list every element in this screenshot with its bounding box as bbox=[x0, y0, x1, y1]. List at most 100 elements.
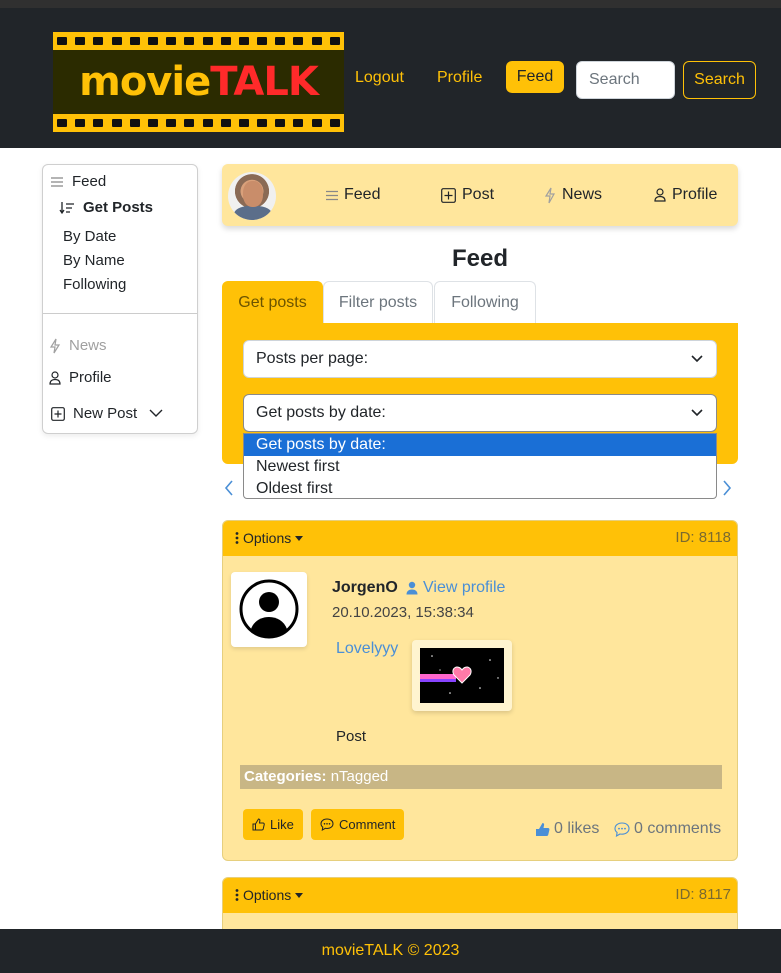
likes-text: 0 likes bbox=[554, 820, 600, 837]
post-header: Options ID: 8117 bbox=[223, 878, 737, 913]
like-button[interactable]: Like bbox=[243, 809, 303, 840]
caret-down-icon bbox=[295, 535, 304, 541]
profile-bar-news[interactable]: News bbox=[544, 186, 602, 204]
sidebar-item-by-date[interactable]: By Date bbox=[63, 228, 116, 245]
post-card: Options ID: 8117 bbox=[222, 877, 738, 937]
post-date: 20.10.2023, 15:38:34 bbox=[332, 604, 474, 621]
post-author-name[interactable]: JorgenO bbox=[332, 579, 398, 597]
post-link-text[interactable]: Lovelyyy bbox=[336, 640, 398, 658]
posts-by-date-value: Get posts by date: bbox=[256, 404, 386, 421]
feed-button[interactable]: Feed bbox=[506, 61, 564, 93]
chevron-down-icon bbox=[690, 341, 704, 391]
comment-button[interactable]: Comment bbox=[311, 809, 405, 840]
sidebar-item-get-posts[interactable]: Get Posts bbox=[59, 199, 153, 216]
sidebar-item-feed[interactable]: Feed bbox=[50, 173, 106, 190]
navbar: movieTALK Logout Profile Feed Search bbox=[0, 8, 781, 148]
page-title: Feed bbox=[451, 245, 508, 272]
person-icon bbox=[49, 370, 61, 385]
kebab-menu-icon bbox=[235, 889, 239, 901]
sidebar-item-label: Profile bbox=[69, 369, 112, 386]
thumbs-up-icon bbox=[252, 818, 265, 831]
post-categories: Categories: nTagged bbox=[240, 765, 722, 789]
sidebar-item-label: News bbox=[69, 337, 107, 354]
lightning-icon bbox=[544, 187, 556, 204]
post-id: ID: 8117 bbox=[675, 886, 731, 903]
tab-filter-posts[interactable]: Filter posts bbox=[323, 281, 433, 323]
sidebar-item-label: New Post bbox=[73, 405, 138, 422]
post-options-dropdown[interactable]: Options bbox=[235, 887, 304, 903]
profile-bar-feed[interactable]: Feed bbox=[326, 186, 380, 204]
caret-down-icon bbox=[295, 892, 304, 898]
plus-square-icon bbox=[441, 187, 456, 203]
tab-get-posts[interactable]: Get posts bbox=[222, 281, 323, 323]
post-header: Options ID: 8118 bbox=[223, 521, 737, 556]
chevron-right-icon[interactable] bbox=[722, 480, 732, 501]
view-profile-label: View profile bbox=[423, 579, 506, 596]
post-body-text: Post bbox=[336, 728, 367, 745]
dropdown-option-newest-first[interactable]: Newest first bbox=[244, 456, 716, 478]
profile-bar-post[interactable]: Post bbox=[441, 186, 494, 204]
posts-per-page-value: Posts per page: bbox=[256, 350, 369, 367]
film-strip-top bbox=[53, 32, 344, 50]
profile-bar-profile-label: Profile bbox=[672, 186, 718, 203]
chat-bubble-icon bbox=[320, 818, 334, 831]
search-button[interactable]: Search bbox=[683, 61, 756, 99]
profile-bar-post-label: Post bbox=[462, 186, 495, 203]
profile-link[interactable]: Profile bbox=[437, 69, 482, 87]
post-options-label: Options bbox=[243, 530, 292, 546]
categories-value: nTagged bbox=[330, 768, 389, 785]
like-label: Like bbox=[270, 817, 294, 832]
post-card: Options ID: 8118 JorgenO View profile 20… bbox=[222, 520, 738, 861]
sidebar-item-new-post[interactable]: New Post bbox=[51, 405, 163, 422]
person-circle-icon bbox=[239, 579, 299, 639]
chat-bubble-icon bbox=[614, 821, 630, 837]
menu-icon bbox=[326, 190, 338, 201]
dropdown-option-oldest-first[interactable]: Oldest first bbox=[244, 478, 716, 500]
sidebar: Feed Get Posts By Date By Name Following… bbox=[42, 164, 198, 434]
post-gif[interactable] bbox=[412, 640, 512, 711]
logo-text: movieTALK bbox=[79, 59, 319, 105]
post-id: ID: 8118 bbox=[675, 529, 731, 546]
user-avatar[interactable] bbox=[228, 172, 276, 220]
date-sort-dropdown: Get posts by date: Newest first Oldest f… bbox=[243, 433, 717, 499]
posts-by-date-select[interactable]: Get posts by date: bbox=[243, 394, 717, 432]
search-input[interactable] bbox=[576, 61, 675, 99]
sidebar-divider bbox=[43, 313, 197, 314]
post-options-dropdown[interactable]: Options bbox=[235, 530, 304, 546]
logout-link[interactable]: Logout bbox=[355, 69, 404, 87]
sidebar-item-label: Get Posts bbox=[83, 199, 154, 216]
sidebar-item-news[interactable]: News bbox=[49, 337, 107, 354]
view-profile-link[interactable]: View profile bbox=[406, 579, 505, 597]
chevron-down-icon bbox=[149, 409, 163, 418]
chevron-left-icon[interactable] bbox=[224, 480, 234, 501]
thumbs-up-fill-icon bbox=[535, 822, 550, 837]
post-options-label: Options bbox=[243, 887, 292, 903]
comments-count: 0 comments bbox=[614, 820, 721, 838]
kebab-menu-icon bbox=[235, 532, 239, 544]
film-strip-bottom bbox=[53, 114, 344, 132]
menu-icon bbox=[50, 176, 64, 188]
person-fill-icon bbox=[406, 581, 418, 595]
movietalk-logo[interactable]: movieTALK bbox=[53, 32, 344, 132]
likes-count: 0 likes bbox=[535, 820, 599, 838]
categories-label: Categories: bbox=[244, 768, 327, 785]
plus-square-icon bbox=[51, 406, 65, 421]
sidebar-item-profile[interactable]: Profile bbox=[49, 369, 112, 386]
tab-following[interactable]: Following bbox=[434, 281, 536, 323]
comment-label: Comment bbox=[339, 817, 396, 832]
posts-per-page-select[interactable]: Posts per page: bbox=[243, 340, 717, 378]
lightning-icon bbox=[49, 338, 61, 354]
sidebar-item-by-name[interactable]: By Name bbox=[63, 252, 125, 269]
sort-icon bbox=[59, 201, 75, 215]
post-author-avatar[interactable] bbox=[231, 572, 307, 647]
footer: movieTALK © 2023 bbox=[0, 929, 781, 973]
profile-bar-feed-label: Feed bbox=[344, 186, 381, 203]
person-icon bbox=[654, 188, 666, 202]
window-top-border bbox=[0, 0, 781, 8]
dropdown-option-get-posts-by-date[interactable]: Get posts by date: bbox=[244, 434, 716, 456]
profile-bar-news-label: News bbox=[562, 186, 603, 203]
profile-bar-profile[interactable]: Profile bbox=[654, 186, 717, 204]
sidebar-item-following[interactable]: Following bbox=[63, 276, 126, 293]
heart-animation-image bbox=[420, 648, 504, 703]
footer-text: movieTALK © 2023 bbox=[321, 942, 460, 959]
